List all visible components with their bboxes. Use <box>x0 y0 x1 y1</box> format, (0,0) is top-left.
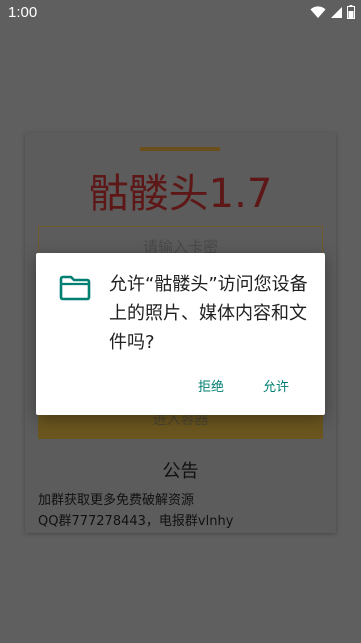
folder-icon <box>59 275 91 301</box>
status-icons <box>310 5 355 19</box>
notice-heading: 公告 <box>162 461 199 482</box>
signal-icon <box>331 6 342 18</box>
status-time: 1:00 <box>8 4 38 21</box>
notice-line: QQ群777278443，电报群vlnhy <box>38 514 234 529</box>
deny-button[interactable]: 拒绝 <box>198 376 224 395</box>
dialog-message: 允许“骷髅头”访问您设备上的照片、媒体内容和文件吗? <box>109 274 308 353</box>
app-title: 骷髅头1.7 <box>88 171 273 217</box>
card-accent-bar <box>140 147 220 151</box>
status-bar: 1:00 <box>0 0 361 24</box>
wifi-icon <box>310 5 326 18</box>
permission-dialog: 允许“骷髅头”访问您设备上的照片、媒体内容和文件吗? 拒绝 允许 <box>36 253 325 415</box>
allow-button[interactable]: 允许 <box>263 376 289 395</box>
notice-line: 加群获取更多免费破解资源 <box>38 493 195 508</box>
battery-icon <box>347 5 355 19</box>
